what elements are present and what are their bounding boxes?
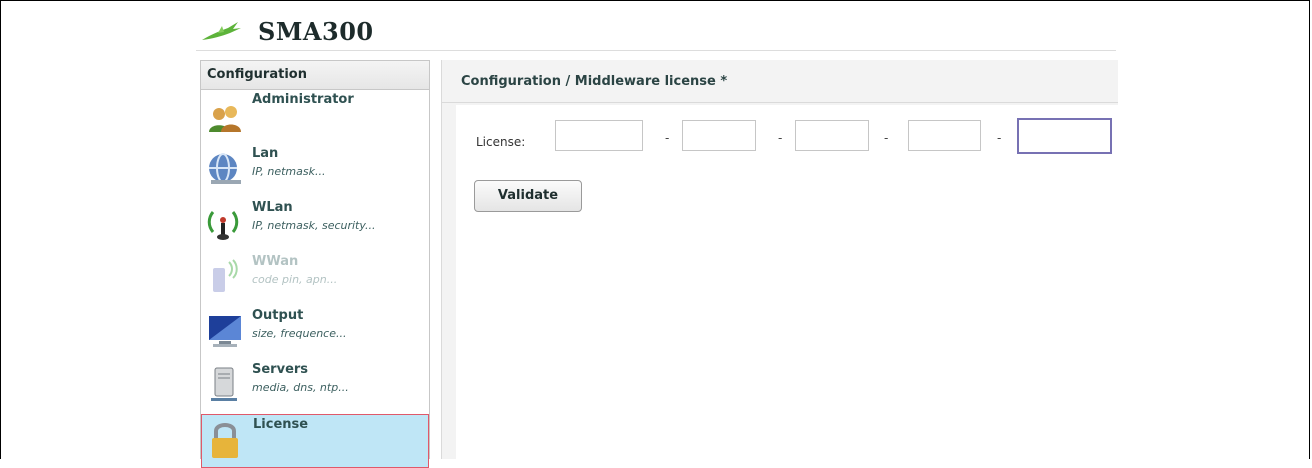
sidebar-item-subtitle: IP, netmask... — [252, 165, 326, 178]
sidebar-item-wwan[interactable]: WWan code pin, apn... — [201, 252, 429, 306]
page-title: Configuration / Middleware license * — [461, 74, 728, 89]
sidebar-item-label: WLan — [252, 200, 293, 215]
main-header: Configuration / Middleware license * — [442, 60, 1118, 103]
sidebar-item-license[interactable]: License — [201, 414, 429, 468]
license-field-1[interactable] — [555, 120, 643, 151]
monitor-icon — [209, 316, 241, 347]
license-field-2[interactable] — [682, 120, 756, 151]
app-title: SMA300 — [258, 17, 374, 46]
license-label: License: — [476, 135, 526, 149]
sidebar: Configuration Administrator Lan IP, netm… — [200, 60, 430, 468]
sidebar-item-wlan[interactable]: WLan IP, netmask, security... — [201, 198, 429, 252]
mobile-signal-icon — [213, 259, 238, 292]
sidebar-item-lan[interactable]: Lan IP, netmask... — [201, 144, 429, 198]
sidebar-item-label: Servers — [252, 362, 309, 377]
users-icon — [209, 106, 241, 132]
app-header: SMA300 — [196, 8, 1116, 51]
sidebar-item-label: Output — [252, 308, 304, 323]
license-field-4[interactable] — [908, 120, 981, 151]
license-separator: - — [778, 131, 783, 145]
wireless-antenna-icon — [207, 211, 239, 240]
sidebar-item-subtitle: size, frequence... — [252, 327, 347, 340]
network-globe-icon — [209, 153, 241, 184]
sidebar-item-servers[interactable]: Servers media, dns, ntp... — [201, 360, 429, 414]
sidebar-item-label: WWan — [252, 254, 299, 269]
sidebar-item-subtitle: IP, netmask, security... — [252, 219, 376, 232]
license-separator: - — [665, 131, 670, 145]
license-field-5[interactable] — [1017, 118, 1112, 154]
sidebar-header: Configuration — [201, 61, 429, 90]
server-tower-icon — [211, 367, 237, 401]
sidebar-item-administrator[interactable]: Administrator — [201, 90, 429, 144]
main-panel: Configuration / Middleware license * Lic… — [441, 60, 1118, 459]
license-form: License: - - - - Validate — [456, 105, 1118, 459]
license-field-3[interactable] — [795, 120, 869, 151]
padlock-icon — [212, 423, 238, 458]
sidebar-item-label: Lan — [252, 146, 279, 161]
logo-lizard-icon — [202, 22, 241, 40]
sidebar-item-subtitle: code pin, apn... — [252, 273, 338, 286]
sidebar-item-label: License — [253, 417, 309, 432]
license-separator: - — [884, 131, 889, 145]
sidebar-item-subtitle: media, dns, ntp... — [252, 381, 349, 394]
sidebar-item-label: Administrator — [252, 92, 354, 107]
sidebar-item-output[interactable]: Output size, frequence... — [201, 306, 429, 360]
license-separator: - — [997, 131, 1002, 145]
validate-button[interactable]: Validate — [474, 180, 582, 212]
